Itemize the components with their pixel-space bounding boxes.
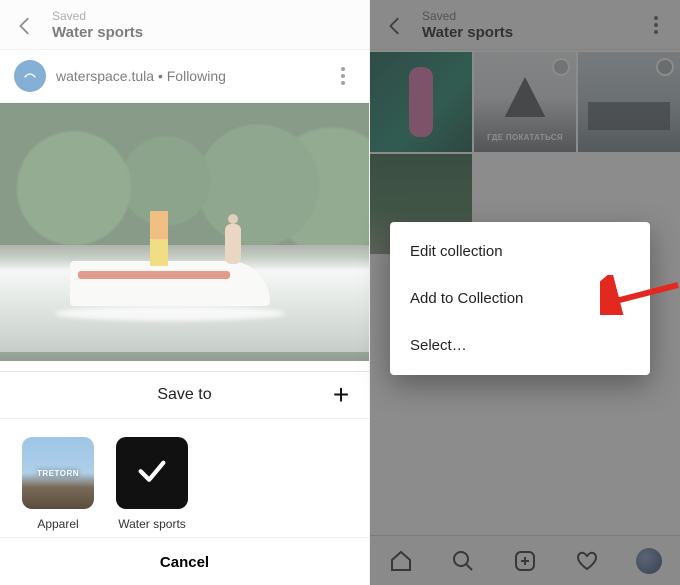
collection-thumb: TRETORN: [22, 437, 94, 509]
sheet-title: Save to: [157, 386, 211, 404]
thumb-brand-overlay: TRETORN: [37, 469, 79, 478]
context-menu: Edit collection Add to Collection Select…: [390, 222, 650, 375]
header: Saved Water sports: [0, 0, 369, 50]
header-saved-label: Saved: [52, 10, 143, 24]
header-titles: Saved Water sports: [52, 10, 143, 41]
header-title: Water sports: [52, 24, 143, 41]
menu-add-to-collection[interactable]: Add to Collection: [390, 275, 650, 322]
post-image[interactable]: [0, 103, 369, 361]
add-collection-icon[interactable]: +: [327, 381, 355, 409]
post-follow-state: Following: [167, 68, 226, 84]
collection-water-sports[interactable]: Water sports: [116, 437, 188, 531]
cancel-button[interactable]: Cancel: [0, 537, 369, 585]
post-username: waterspace.tula: [56, 68, 154, 84]
collections-row: TRETORN Apparel Water sports: [0, 419, 369, 537]
sheet-header: Save to +: [0, 372, 369, 419]
collection-thumb: [116, 437, 188, 509]
phone-right: Saved Water sports ГДЕ ПОКАТАТЬСЯ Edit c…: [370, 0, 680, 585]
post-sep: •: [154, 68, 167, 84]
check-icon: [135, 454, 169, 488]
collection-label: Water sports: [118, 517, 186, 531]
collection-label: Apparel: [37, 517, 78, 531]
collection-apparel[interactable]: TRETORN Apparel: [22, 437, 94, 531]
menu-edit-collection[interactable]: Edit collection: [390, 228, 650, 275]
post-header: waterspace.tula • Following: [0, 50, 369, 103]
menu-select[interactable]: Select…: [390, 322, 650, 369]
phone-left: Saved Water sports waterspace.tula • Fol…: [0, 0, 370, 585]
avatar[interactable]: [14, 60, 46, 92]
more-icon[interactable]: [331, 67, 355, 85]
post-userline[interactable]: waterspace.tula • Following: [56, 68, 321, 84]
save-to-sheet: Save to + TRETORN Apparel Water sports C…: [0, 371, 369, 585]
back-icon[interactable]: [14, 15, 36, 37]
